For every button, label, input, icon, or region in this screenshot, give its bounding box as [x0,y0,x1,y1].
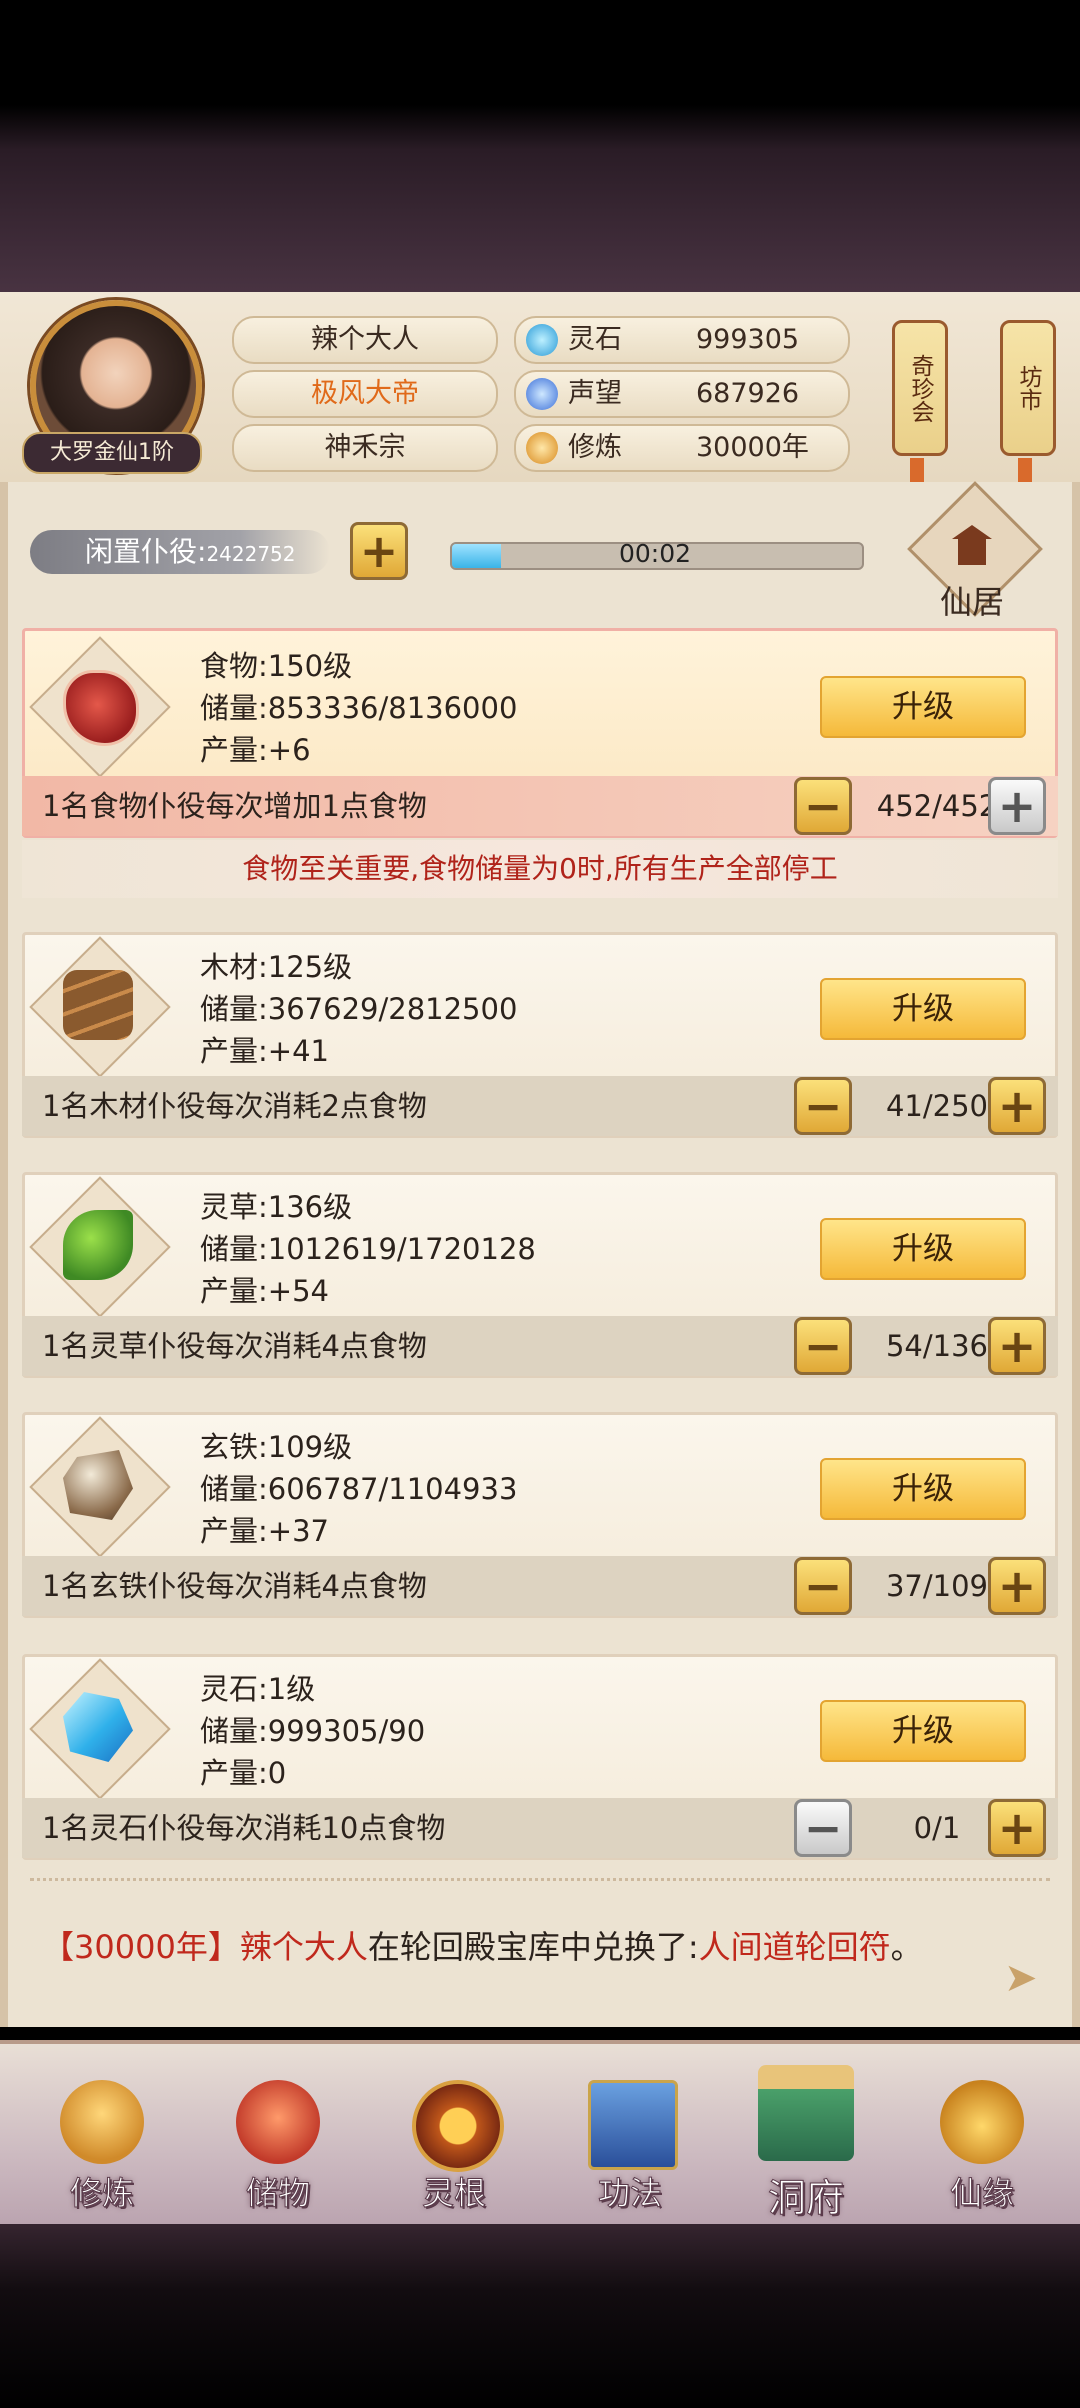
player-title: 极风大帝 [232,370,498,418]
resource-storage: 储量:853336/8136000 [200,691,518,725]
log-year: 30000年 [74,1928,208,1966]
resource-output: 产量:0 [200,1756,287,1790]
nav-spirit-root[interactable]: 灵根 [384,2070,524,2220]
xianju-button[interactable]: 仙居 [907,481,1043,621]
meat-icon [29,636,171,778]
resource-storage: 储量:1012619/1720128 [200,1232,536,1266]
log-player: 辣个大人 [239,1928,368,1966]
increase-herb-servant-button[interactable]: + [988,1317,1046,1375]
decrease-wood-servant-button[interactable]: − [794,1077,852,1135]
servant-count: 37/109 [885,1569,989,1603]
nav-cave-mansion[interactable]: 洞府 [736,2055,876,2221]
resource-output: 产量:+41 [200,1034,329,1068]
food-notice: 食物至关重要,食物储量为0时,所有生产全部停工 [22,840,1058,898]
servant-bar-food: 1名食物仆役每次增加1点食物 452/452 [22,776,1058,836]
resource-storage: 储量:367629/2812500 [200,992,518,1026]
servant-bar-wood: 1名木材仆役每次消耗2点食物 41/250 [22,1076,1058,1136]
resource-storage: 储量:606787/1104933 [200,1472,518,1506]
nav-storage[interactable]: 储物 [208,2070,348,2220]
crystal-icon [29,1658,171,1800]
resource-level: 木材:125级 [200,950,353,984]
upgrade-herb-button[interactable]: 升级 [820,1218,1026,1280]
servant-count: 452/452 [876,789,998,823]
nav-skill[interactable]: 功法 [560,2070,700,2220]
market-button[interactable]: 坊市 [1000,320,1056,456]
servant-description: 1名玄铁仆役每次消耗4点食物 [42,1569,427,1603]
wood-icon [29,936,171,1078]
upgrade-food-button[interactable]: 升级 [820,676,1026,738]
resource-cultivation: 修炼 30000年 [514,424,850,472]
resource-prestige: 声望 687926 [514,370,850,418]
decrease-ore-servant-button[interactable]: − [794,1557,852,1615]
spirit-stone-icon [526,324,558,356]
decrease-food-servant-button[interactable]: − [794,777,852,835]
divider [30,1878,1050,1887]
servant-count: 54/136 [885,1329,989,1363]
resource-level: 食物:150级 [200,649,353,683]
fate-gourd-icon [940,2080,1024,2164]
production-timer: 00:02 [618,539,692,568]
nav-fate[interactable]: 仙缘 [912,2070,1052,2220]
log-expand-arrow-icon[interactable]: ➤ [1004,1955,1044,2001]
top-background [0,0,1080,300]
upgrade-ore-button[interactable]: 升级 [820,1458,1026,1520]
increase-spirit-stone-servant-button[interactable]: + [988,1799,1046,1857]
upgrade-wood-button[interactable]: 升级 [820,978,1026,1040]
player-rank-badge: 大罗金仙1阶 [22,432,202,474]
log-item: 人间道轮回符 [698,1928,891,1966]
player-name: 辣个大人 [232,316,498,364]
bottom-background [0,2210,1080,2408]
resource-output: 产量:+37 [200,1514,329,1548]
prestige-icon [526,378,558,410]
servant-description: 1名灵石仆役每次消耗10点食物 [42,1811,446,1845]
increase-ore-servant-button[interactable]: + [988,1557,1046,1615]
meditation-icon [526,432,558,464]
servant-count: 0/1 [913,1811,961,1845]
resource-level: 灵石:1级 [200,1672,316,1706]
idle-servants: 闲置仆役:2422752 [30,530,330,574]
servant-bar-herb: 1名灵草仆役每次消耗4点食物 54/136 [22,1316,1058,1376]
servant-count: 41/250 [885,1089,989,1123]
nav-cultivate[interactable]: 修炼 [32,2070,172,2220]
idle-servants-label: 闲置仆役: [85,535,207,568]
decrease-herb-servant-button[interactable]: − [794,1317,852,1375]
resource-level: 玄铁:109级 [200,1430,353,1464]
treasure-fair-button[interactable]: 奇珍会 [892,320,948,456]
player-sect: 神禾宗 [232,424,498,472]
storage-bag-icon [236,2080,320,2164]
upgrade-spirit-stone-button[interactable]: 升级 [820,1700,1026,1762]
spirit-root-icon [412,2080,504,2172]
increase-food-servant-button[interactable]: + [988,777,1046,835]
resource-output: 产量:+54 [200,1274,329,1308]
servant-description: 1名食物仆役每次增加1点食物 [42,789,427,823]
servant-bar-ore: 1名玄铁仆役每次消耗4点食物 37/109 [22,1556,1058,1616]
resource-level: 灵草:136级 [200,1190,353,1224]
decrease-spirit-stone-servant-button[interactable]: − [794,1799,852,1857]
add-servant-button[interactable]: + [350,522,408,580]
cave-mansion-icon [758,2065,854,2161]
ore-icon [29,1416,171,1558]
resource-output: 产量:+6 [200,733,311,767]
resource-spirit-stone: 灵石 999305 [514,316,850,364]
cultivate-icon [60,2080,144,2164]
skill-book-icon [588,2080,678,2170]
increase-wood-servant-button[interactable]: + [988,1077,1046,1135]
servant-description: 1名灵草仆役每次消耗4点食物 [42,1329,427,1363]
event-log: 【30000年】辣个大人在轮回殿宝库中兑换了:人间道轮回符。 [42,1928,923,1966]
servant-description: 1名木材仆役每次消耗2点食物 [42,1089,427,1123]
resource-storage: 储量:999305/90 [200,1714,426,1748]
idle-servants-count: 2422752 [206,542,296,566]
herb-icon [29,1176,171,1318]
servant-bar-spirit-stone: 1名灵石仆役每次消耗10点食物 0/1 [22,1798,1058,1858]
